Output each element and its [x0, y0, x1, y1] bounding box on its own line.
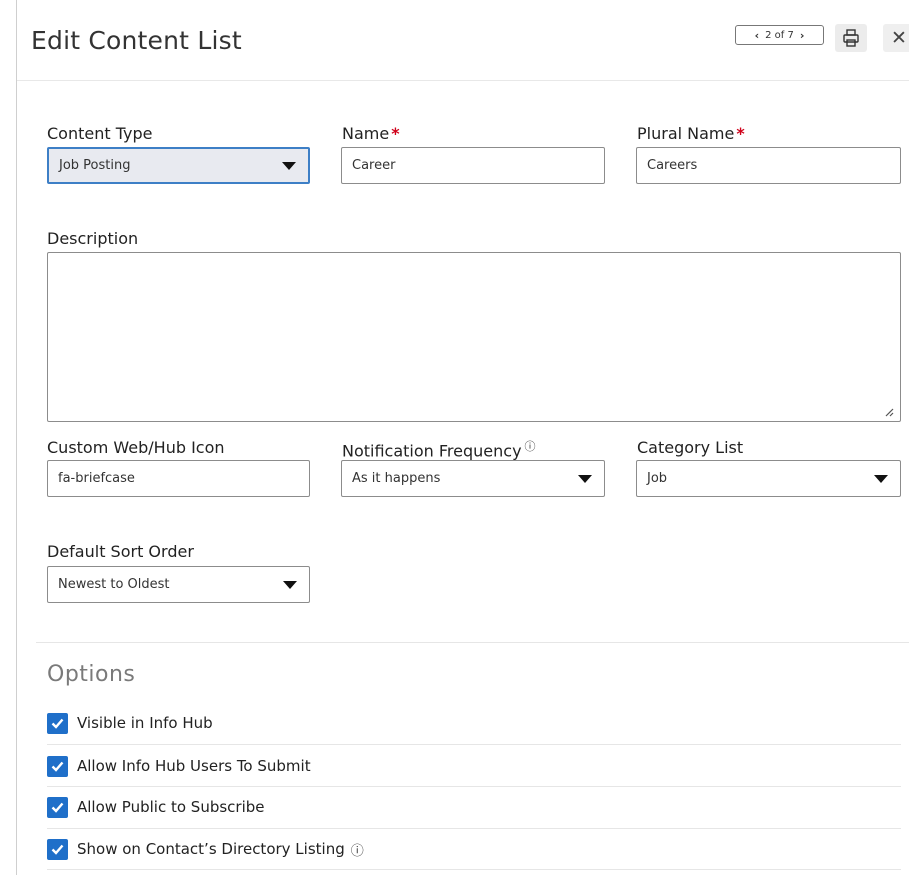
- option-visible-in-info-hub: Visible in Info Hub: [47, 702, 901, 744]
- print-button[interactable]: [835, 24, 867, 52]
- close-button[interactable]: ✕: [883, 24, 909, 52]
- category-list-label: Category List: [637, 438, 744, 457]
- option-divider: [47, 869, 901, 870]
- option-label: Allow Public to Subscribe: [77, 798, 265, 816]
- panel-left-border: [16, 0, 17, 875]
- printer-icon: [843, 29, 859, 47]
- chevron-down-icon: [874, 474, 888, 483]
- chevron-down-icon: [578, 474, 592, 483]
- pager-label: 2 of 7: [765, 29, 794, 41]
- info-icon[interactable]: ⓘ: [351, 840, 364, 859]
- options-heading: Options: [47, 662, 136, 687]
- content-type-select[interactable]: Job Posting: [47, 147, 310, 184]
- category-list-select[interactable]: Job: [636, 460, 901, 497]
- option-show-on-contacts-directory-listing: Show on Contact’s Directory Listing ⓘ: [47, 828, 901, 870]
- checkmark-icon: [51, 718, 64, 729]
- required-marker: *: [391, 124, 400, 143]
- custom-icon-label: Custom Web/Hub Icon: [47, 438, 225, 457]
- notification-frequency-label: Notification Frequency ⓘ: [342, 440, 536, 461]
- content-type-value: Job Posting: [59, 158, 131, 173]
- header-divider: [17, 80, 909, 81]
- checkmark-icon: [51, 802, 64, 813]
- resize-handle-icon[interactable]: [884, 407, 894, 417]
- plural-name-input[interactable]: Careers: [636, 147, 901, 184]
- checkmark-icon: [51, 844, 64, 855]
- plural-name-label: Plural Name *: [637, 124, 745, 143]
- close-icon: ✕: [891, 27, 907, 49]
- info-icon[interactable]: ⓘ: [525, 440, 536, 453]
- name-value: Career: [352, 158, 396, 173]
- option-label: Visible in Info Hub: [77, 714, 213, 732]
- content-type-label: Content Type: [47, 124, 153, 143]
- default-sort-order-value: Newest to Oldest: [58, 577, 170, 592]
- checkbox-checked[interactable]: [47, 712, 68, 734]
- checkmark-icon: [51, 761, 64, 772]
- description-label: Description: [47, 229, 139, 248]
- section-divider: [36, 642, 909, 643]
- description-textarea[interactable]: [47, 252, 901, 422]
- required-marker: *: [736, 124, 745, 143]
- name-input[interactable]: Career: [341, 147, 605, 184]
- option-label: Allow Info Hub Users To Submit: [77, 757, 311, 775]
- chevron-down-icon: [283, 580, 297, 589]
- custom-icon-value: fa-briefcase: [58, 471, 135, 486]
- option-allow-info-hub-users-to-submit: Allow Info Hub Users To Submit: [47, 745, 901, 787]
- option-label: Show on Contact’s Directory Listing: [77, 840, 345, 858]
- custom-icon-input[interactable]: fa-briefcase: [47, 460, 310, 497]
- prev-record-icon[interactable]: ‹: [755, 29, 760, 42]
- notification-frequency-select[interactable]: As it happens: [341, 460, 605, 497]
- checkbox-checked[interactable]: [47, 838, 68, 860]
- option-allow-public-to-subscribe: Allow Public to Subscribe: [47, 786, 901, 828]
- checkbox-checked[interactable]: [47, 796, 68, 818]
- plural-name-value: Careers: [647, 158, 698, 173]
- checkbox-checked[interactable]: [47, 755, 68, 777]
- category-list-value: Job: [647, 471, 668, 486]
- name-label: Name *: [342, 124, 400, 143]
- notification-frequency-value: As it happens: [352, 471, 441, 486]
- default-sort-order-select[interactable]: Newest to Oldest: [47, 566, 310, 603]
- record-pager: ‹ 2 of 7 ›: [735, 25, 824, 45]
- next-record-icon[interactable]: ›: [800, 29, 805, 42]
- default-sort-order-label: Default Sort Order: [47, 542, 194, 561]
- page-title: Edit Content List: [31, 26, 242, 55]
- chevron-down-icon: [282, 161, 296, 170]
